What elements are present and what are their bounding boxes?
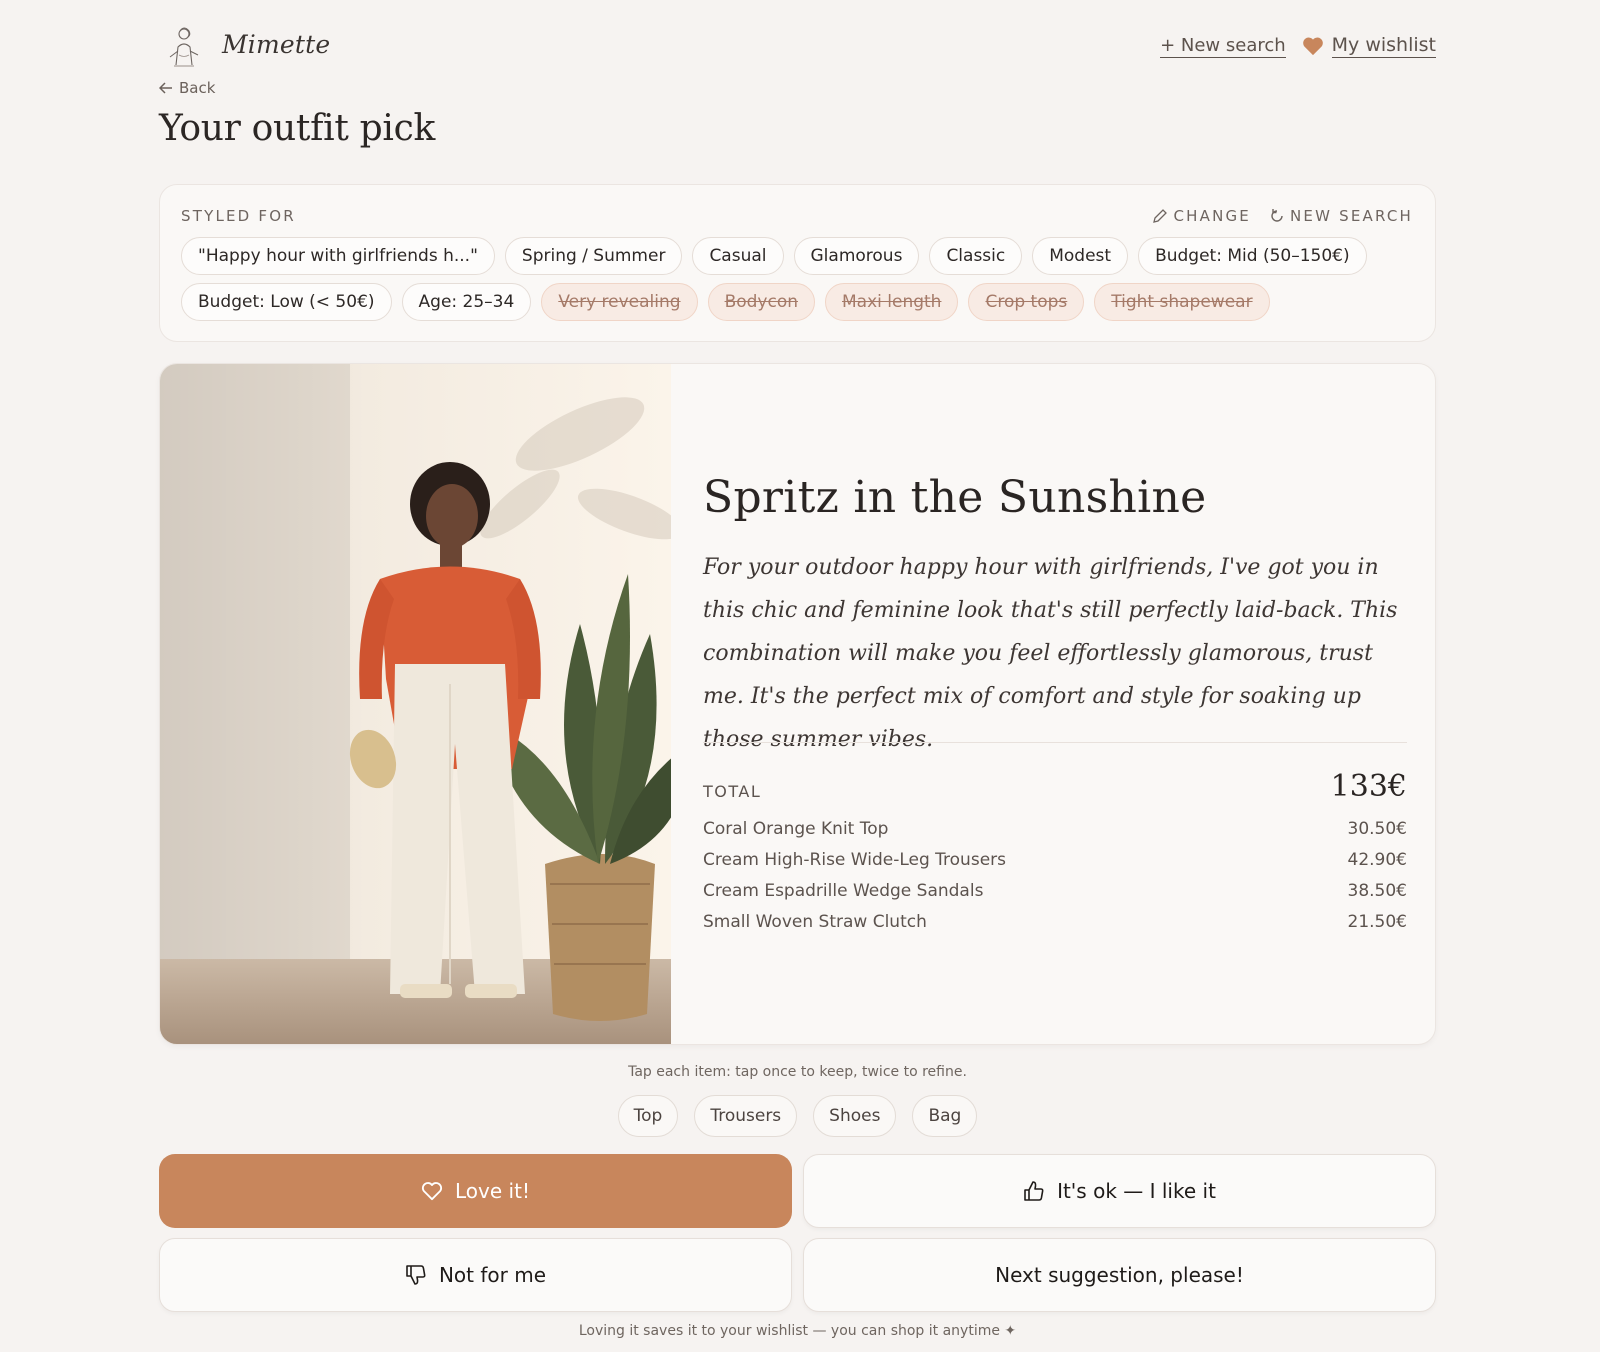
chip-budget-mid[interactable]: Budget: Mid (50–150€) [1138,237,1367,275]
new-search-button[interactable]: NEW SEARCH [1269,207,1413,225]
item-name: Coral Orange Knit Top [703,818,889,839]
item-price: 21.50€ [1347,911,1407,932]
item-name: Cream Espadrille Wedge Sandals [703,880,984,901]
not-for-me-button[interactable]: Not for me [159,1238,792,1312]
thumbs-down-icon [406,1265,426,1285]
love-it-button[interactable]: Love it! [159,1154,792,1228]
chip-budget-low[interactable]: Budget: Low (< 50€) [181,283,392,321]
chip-style-classic[interactable]: Classic [929,237,1023,275]
back-label: Back [179,79,216,97]
chip-style-casual[interactable]: Casual [692,237,784,275]
heart-outline-icon [421,1182,443,1201]
chip-excluded-very-revealing[interactable]: Very revealing [541,283,698,321]
brand-name: Mimette [222,30,331,59]
wishlist-link[interactable]: My wishlist [1331,34,1436,58]
chip-occasion[interactable]: "Happy hour with girlfriends h..." [181,237,495,275]
piece-top[interactable]: Top [617,1095,679,1137]
its-ok-label: It's ok — I like it [1057,1179,1216,1203]
logo-illustration-icon [169,27,199,67]
arrow-left-icon [159,82,172,94]
divider [703,742,1407,743]
next-suggestion-label: Next suggestion, please! [995,1263,1244,1287]
outfit-item: Small Woven Straw Clutch 21.50€ [703,906,1407,937]
piece-trousers[interactable]: Trousers [694,1095,798,1137]
outfit-item: Coral Orange Knit Top 30.50€ [703,813,1407,844]
chip-excluded-crop-tops[interactable]: Crop tops [968,283,1085,321]
change-button[interactable]: CHANGE [1152,207,1251,225]
outfit-items-list: Coral Orange Knit Top 30.50€ Cream High-… [703,813,1407,937]
heart-icon [1302,37,1323,56]
chip-excluded-bodycon[interactable]: Bodycon [707,283,815,321]
piece-shoes[interactable]: Shoes [813,1095,897,1137]
its-ok-button[interactable]: It's ok — I like it [803,1154,1436,1228]
pencil-icon [1153,209,1168,223]
not-for-me-label: Not for me [438,1263,547,1287]
outfit-photo [160,364,671,1044]
chip-season[interactable]: Spring / Summer [504,237,683,275]
total-label: TOTAL [703,782,762,801]
outfit-details: Spritz in the Sunshine For your outdoor … [671,364,1435,1044]
change-label: CHANGE [1173,207,1251,225]
next-suggestion-button[interactable]: Next suggestion, please! [803,1238,1436,1312]
new-search-link[interactable]: + New search [1160,35,1286,58]
page-title: Your outfit pick [159,108,435,149]
styled-for-card: STYLED FOR CHANGE NEW SEARCH "Happy hour… [159,184,1436,342]
page: Mimette + New search My wishlist Back Yo… [159,0,1436,1352]
chip-age[interactable]: Age: 25–34 [401,283,532,321]
refresh-icon [1271,209,1283,222]
piece-bag[interactable]: Bag [912,1095,978,1137]
preference-chips: "Happy hour with girlfriends h..." Sprin… [181,237,1421,321]
top-links: + New search My wishlist [1160,34,1436,58]
styled-for-actions: CHANGE NEW SEARCH [1152,207,1413,225]
outfit-photo-illustration [160,364,671,1044]
outfit-title: Spritz in the Sunshine [703,472,1207,523]
new-search-label: NEW SEARCH [1290,207,1413,225]
item-name: Cream High-Rise Wide-Leg Trousers [703,849,1006,870]
thumbs-up-icon [1024,1181,1044,1201]
outfit-item: Cream High-Rise Wide-Leg Trousers 42.90€ [703,844,1407,875]
item-price: 30.50€ [1347,818,1407,839]
footer-note: Loving it saves it to your wishlist — yo… [578,1323,1017,1339]
love-it-label: Love it! [455,1179,530,1203]
item-price: 42.90€ [1347,849,1407,870]
total-value: 133€ [1330,769,1407,804]
chip-excluded-tight-shapewear[interactable]: Tight shapewear [1094,283,1270,321]
header: Mimette + New search My wishlist [159,22,1436,70]
outfit-description: For your outdoor happy hour with girlfri… [703,555,1398,752]
outfit-item: Cream Espadrille Wedge Sandals 38.50€ [703,875,1407,906]
styled-for-label: STYLED FOR [181,207,296,225]
item-name: Small Woven Straw Clutch [703,911,927,932]
item-price: 38.50€ [1347,880,1407,901]
chip-style-modest[interactable]: Modest [1032,237,1129,275]
refine-hint: Tap each item: tap once to keep, twice t… [628,1064,967,1080]
chip-excluded-maxi-length[interactable]: Maxi length [825,283,959,321]
back-link[interactable]: Back [159,79,215,97]
chip-style-glamorous[interactable]: Glamorous [793,237,920,275]
outfit-card: Spritz in the Sunshine For your outdoor … [159,363,1436,1045]
outfit-pieces: Top Trousers Shoes Bag [159,1095,1436,1137]
